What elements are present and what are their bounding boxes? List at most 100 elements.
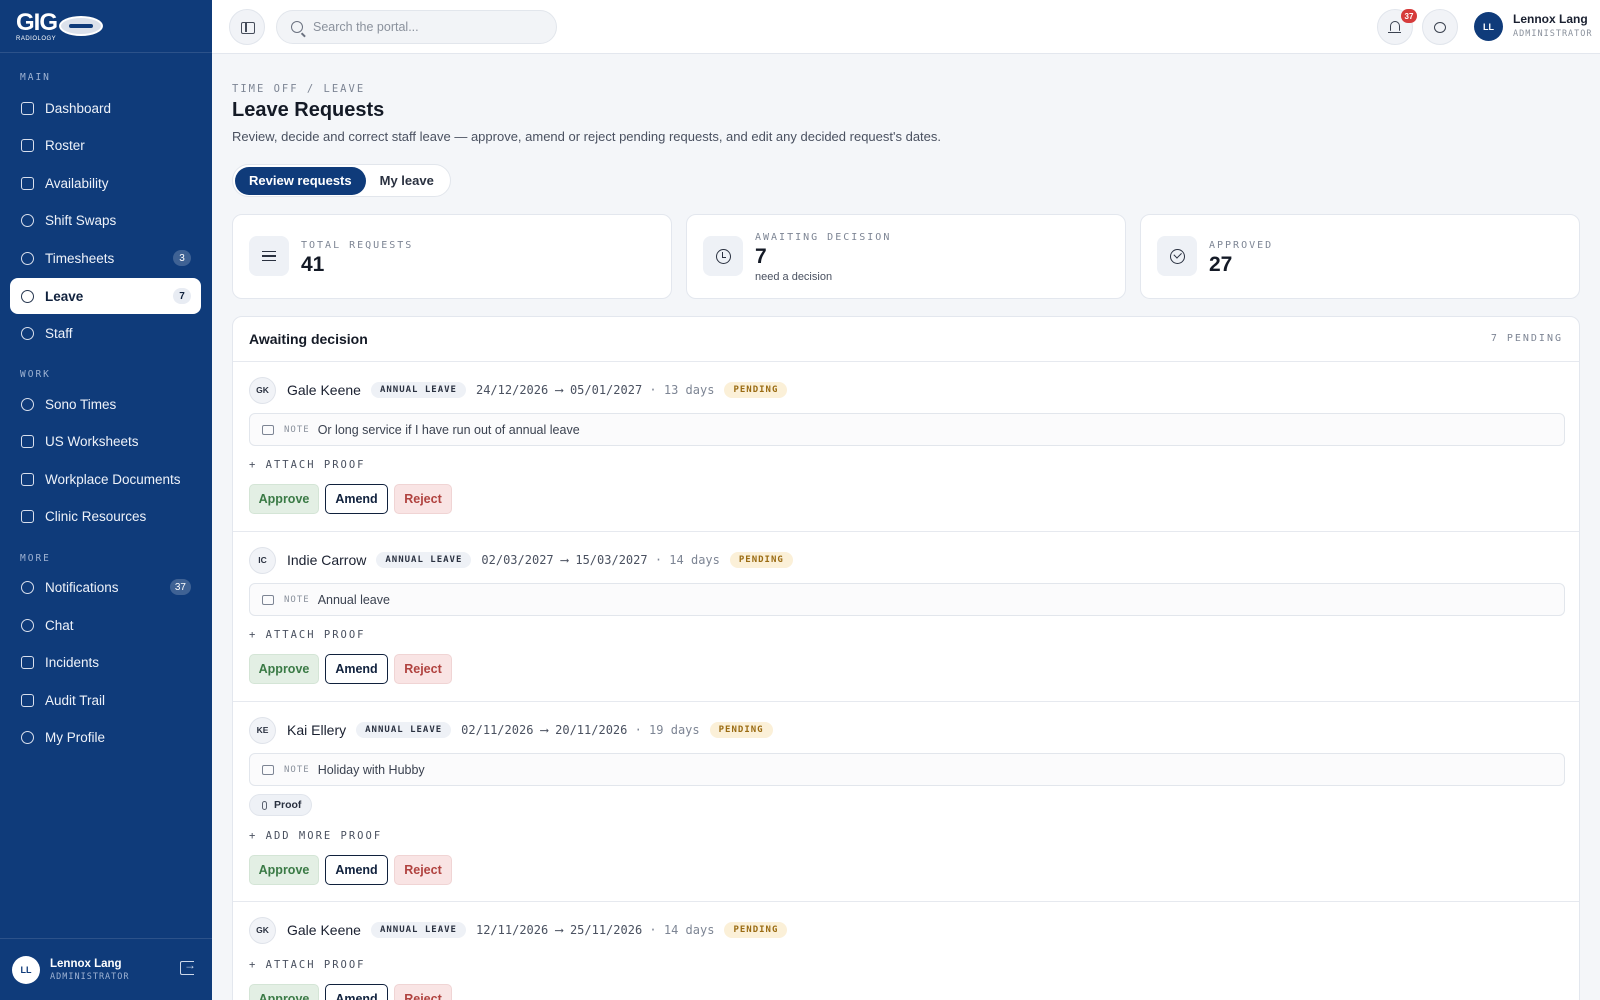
user-name[interactable]: Lennox Lang [1513,12,1588,26]
breadcrumb: TIME OFF / LEAVE [232,83,366,95]
logo-eye-icon [59,16,104,36]
request-header: GK Gale Keene ANNUAL LEAVE 12/11/2026 ⟶ … [249,916,788,944]
user-icon [21,730,34,744]
stat-label: AWAITING DECISION [755,232,892,243]
nav-availability[interactable]: Availability [10,165,201,201]
search-input[interactable] [313,20,533,34]
nav-dashboard[interactable]: Dashboard [10,90,201,126]
sidebar-toggle-button[interactable] [229,9,265,45]
stat-approved: APPROVED 27 [1140,214,1580,299]
approve-button[interactable]: Approve [249,484,319,514]
tab-my-leave[interactable]: My leave [366,167,448,195]
nav-shift-swaps[interactable]: Shift Swaps [10,202,201,238]
document-icon [21,434,34,448]
comment-icon [262,594,274,605]
note-text: Or long service if I have run out of ann… [317,422,580,437]
proof-attachment-chip[interactable]: Proof [249,794,313,816]
arrow-icon: ⟶ [555,383,563,397]
approve-button[interactable]: Approve [249,654,319,684]
amend-button[interactable]: Amend [325,984,388,1000]
nav-roster[interactable]: Roster [10,127,201,163]
nav-badge: 37 [169,579,191,595]
palm-icon [21,289,34,303]
nav-incidents[interactable]: Incidents [10,644,201,680]
amend-button[interactable]: Amend [325,654,388,684]
nav-badge: 3 [173,250,191,266]
paperclip-icon [262,800,267,810]
warning-icon [21,655,34,669]
calendar-check-icon [21,176,34,190]
avatar[interactable]: LL [1474,12,1503,41]
start-date: 02/03/2027 [481,553,554,567]
notifications-button[interactable]: 37 [1377,9,1417,45]
attach-proof-link[interactable]: + ATTACH PROOF [249,959,366,971]
tab-review-requests[interactable]: Review requests [235,166,366,195]
book-icon [21,509,34,523]
attach-proof-link[interactable]: + ATTACH PROOF [249,459,366,471]
nav-leave[interactable]: Leave 7 [10,278,201,314]
chat-button[interactable] [1422,9,1458,45]
amend-button[interactable]: Amend [325,855,388,885]
proof-label: Proof [274,799,302,811]
brand-logo[interactable]: GIG RADIOLOGY [0,0,212,53]
reject-button[interactable]: Reject [394,484,452,514]
stat-icon-box [1157,236,1197,276]
tab-bar: Review requests My leave [232,164,451,197]
section-label-more: MORE [20,553,51,564]
nav-my-profile[interactable]: My Profile [10,719,201,755]
reject-button[interactable]: Reject [394,855,452,885]
search-icon [291,21,303,33]
nav-timesheets[interactable]: Timesheets 3 [10,240,201,276]
stat-label: TOTAL REQUESTS [301,240,414,251]
avatar: IC [249,546,276,574]
leave-type-badge: ANNUAL LEAVE [370,922,466,938]
main-content: TIME OFF / LEAVE Leave Requests Review, … [212,54,1600,1000]
reject-button[interactable]: Reject [394,654,452,684]
reject-button[interactable]: Reject [394,984,452,1000]
approve-button[interactable]: Approve [249,984,319,1000]
leave-type-badge: ANNUAL LEAVE [370,382,466,398]
nav-workplace-documents[interactable]: Workplace Documents [10,461,201,497]
nav-label: Incidents [45,654,100,670]
request-note: NOTE Annual leave [249,583,1565,616]
bell-icon [21,580,34,594]
amend-button[interactable]: Amend [325,484,388,514]
add-more-proof-link[interactable]: + ADD MORE PROOF [249,830,382,842]
request-note: NOTE Holiday with Hubby [249,753,1565,786]
approve-button[interactable]: Approve [249,855,319,885]
avatar: LL [12,955,40,984]
request-actions: Approve Amend Reject [249,984,452,1000]
end-date: 20/11/2026 [555,723,628,737]
nav-notifications[interactable]: Notifications 37 [10,569,201,605]
stat-awaiting-decision: AWAITING DECISION 7 need a decision [686,214,1126,299]
nav-staff[interactable]: Staff [10,315,201,351]
nav-us-worksheets[interactable]: US Worksheets [10,423,201,459]
leave-type-badge: ANNUAL LEAVE [376,552,472,568]
topbar: 37 LL Lennox Lang ADMINISTRATOR [212,0,1600,54]
comment-icon [262,424,274,435]
nav-label: Staff [45,325,73,341]
request-note: NOTE Or long service if I have run out o… [249,413,1565,446]
user-role: ADMINISTRATOR [50,971,130,982]
nav-label: Clinic Resources [45,508,147,524]
search-bar[interactable] [276,10,557,44]
attach-proof-link[interactable]: + ATTACH PROOF [249,629,366,641]
date-range: 24/12/2026 ⟶ 05/01/2027 · 13 days [476,383,714,397]
nav-sono-times[interactable]: Sono Times [10,386,201,422]
nav-audit-trail[interactable]: Audit Trail [10,682,201,718]
nav-chat[interactable]: Chat [10,607,201,643]
nav-label: Workplace Documents [45,471,181,487]
stat-value: 41 [301,253,325,276]
employee-name: Kai Ellery [287,722,347,738]
end-date: 25/11/2026 [569,923,643,937]
duration: · 13 days [649,383,715,397]
notification-count-badge: 37 [1401,9,1417,23]
status-badge: PENDING [729,552,793,568]
pending-count: 7 PENDING [1490,333,1563,344]
employee-name: Gale Keene [287,382,361,398]
nav-clinic-resources[interactable]: Clinic Resources [10,498,201,534]
request-actions: Approve Amend Reject [249,855,452,885]
status-badge: PENDING [724,922,788,938]
stat-label: APPROVED [1209,240,1274,251]
logout-icon[interactable] [180,958,196,975]
